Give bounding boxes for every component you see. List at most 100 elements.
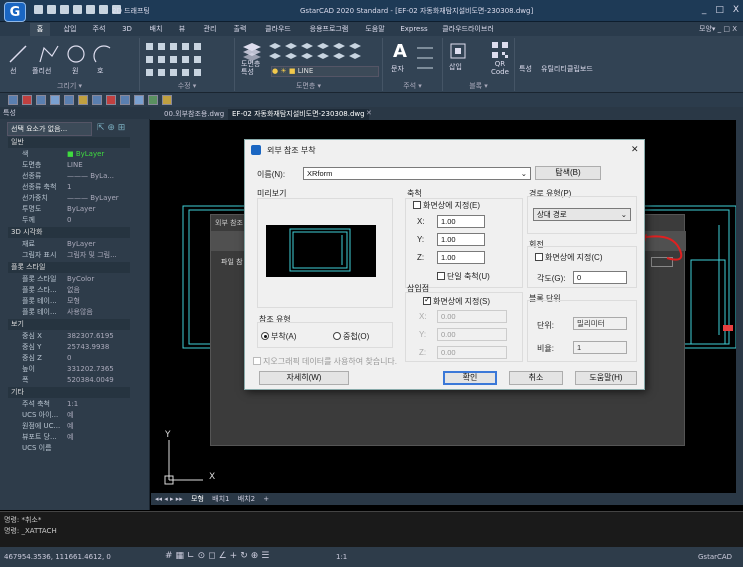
property-row[interactable]: 플롯 테이... 사용않음 bbox=[8, 307, 130, 317]
uniform-scale-checkbox[interactable]: 단일 축척(U) bbox=[437, 271, 490, 282]
minimize-button[interactable]: _ bbox=[702, 5, 707, 15]
property-section-header[interactable]: 3D 시각화 bbox=[8, 227, 130, 238]
saveas-icon[interactable] bbox=[73, 5, 82, 14]
property-row[interactable]: 중심 Z 0 bbox=[8, 353, 130, 363]
nav-arrows-icon[interactable]: ◂◂ ◂ ▸ ▸▸ bbox=[155, 495, 183, 503]
property-section-header[interactable]: 기타 bbox=[8, 387, 130, 398]
toolbar-icon[interactable] bbox=[8, 95, 18, 105]
tab-layout2[interactable]: 배치2 bbox=[238, 495, 255, 503]
dimension-tool-icon[interactable] bbox=[415, 44, 437, 74]
layer-properties-icon[interactable] bbox=[241, 41, 263, 61]
layer-properties-label[interactable]: 도면층 특성 bbox=[241, 60, 260, 76]
print-icon[interactable] bbox=[86, 5, 95, 14]
tab-home[interactable]: 홈 bbox=[30, 23, 50, 36]
quick-select-icon[interactable]: ⇱ ⊕ ⊞ bbox=[97, 123, 125, 133]
tab-cloud-library[interactable]: 클라우드라이브러리 bbox=[440, 23, 496, 46]
cancel-button[interactable]: 취소 bbox=[509, 371, 563, 385]
scale-z-input[interactable]: 1.00 bbox=[437, 251, 485, 264]
block-group-label[interactable]: 블록 ▾ bbox=[443, 81, 514, 91]
doc-tab-active[interactable]: EF-02 자동화재탐지설비도면-230308.dwg bbox=[228, 109, 369, 120]
toolbar-icon[interactable] bbox=[78, 95, 88, 105]
undo-icon[interactable] bbox=[99, 5, 108, 14]
property-row[interactable]: 주석 축척 1:1 bbox=[8, 399, 130, 409]
scale-y-input[interactable]: 1.00 bbox=[437, 233, 485, 246]
tab-annotate[interactable]: 주석 bbox=[88, 23, 110, 36]
maximize-button[interactable]: □ bbox=[715, 5, 724, 15]
property-section-header[interactable]: 일반 bbox=[8, 137, 130, 148]
selection-dropdown[interactable]: 선택 요소가 없음... bbox=[7, 122, 92, 136]
annotation-group-label[interactable]: 주석 ▾ bbox=[383, 81, 442, 91]
property-section-header[interactable]: 보기 bbox=[8, 319, 130, 330]
annotation-scale[interactable]: 1:1 bbox=[336, 553, 347, 561]
properties-label[interactable]: 특성 bbox=[519, 64, 532, 74]
arc-tool-label[interactable]: 호 bbox=[97, 66, 103, 76]
toolbar-icon[interactable] bbox=[134, 95, 144, 105]
insert-onscreen-checkbox[interactable]: 화면상에 지정(S) bbox=[423, 295, 490, 307]
scale-x-input[interactable]: 1.00 bbox=[437, 215, 485, 228]
property-row[interactable]: 플롯 테이... 모형 bbox=[8, 296, 130, 306]
text-tool-label[interactable]: 문자 bbox=[391, 64, 404, 74]
property-row[interactable]: 원점에 UC... 예 bbox=[8, 421, 130, 431]
doc-tab-xref[interactable]: 00.외부참조용.dwg bbox=[160, 109, 228, 120]
polyline-tool-label[interactable]: 폴리선 bbox=[32, 66, 51, 76]
add-layout-tab[interactable]: + bbox=[263, 495, 269, 503]
property-row[interactable]: 플롯 스타일 ByColor bbox=[8, 274, 130, 284]
property-row[interactable]: 폭 520384.0049 bbox=[8, 375, 130, 385]
app-logo-icon[interactable]: G bbox=[4, 2, 26, 22]
command-window[interactable]: 명령: *취소* 명령: _XATTACH bbox=[0, 511, 743, 547]
insert-z-input[interactable]: 0.00 bbox=[437, 346, 507, 359]
tab-model[interactable]: 모형 bbox=[191, 495, 204, 503]
toolbar-icon[interactable] bbox=[36, 95, 46, 105]
property-section-header[interactable]: 플롯 스타일 bbox=[8, 262, 130, 273]
property-row[interactable]: 색 ■ ByLayer bbox=[8, 149, 130, 159]
text-tool-icon[interactable]: A bbox=[393, 41, 407, 62]
toolbar-icon[interactable] bbox=[22, 95, 32, 105]
property-row[interactable]: 두께 0 bbox=[8, 215, 130, 225]
property-row[interactable]: 재료 ByLayer bbox=[8, 239, 130, 249]
browse-button[interactable]: 탐색(B) bbox=[535, 166, 601, 180]
property-row[interactable]: 플롯 스타... 없음 bbox=[8, 285, 130, 295]
insert-block-icon[interactable] bbox=[449, 42, 467, 60]
tab-apps[interactable]: 응용프로그램 bbox=[306, 23, 352, 36]
property-row[interactable]: 중심 Y 25743.9938 bbox=[8, 342, 130, 352]
toolbar-icon[interactable] bbox=[92, 95, 102, 105]
property-row[interactable]: 선가중치 ——— ByLayer bbox=[8, 193, 130, 203]
tab-3d[interactable]: 3D bbox=[118, 23, 136, 36]
close-button[interactable]: X bbox=[733, 5, 739, 15]
toolbar-icon[interactable] bbox=[148, 95, 158, 105]
attach-radio[interactable]: 부착(A) bbox=[261, 331, 296, 342]
insert-block-label[interactable]: 삽입 bbox=[449, 62, 462, 72]
clipboard-label[interactable]: 클립보드 bbox=[567, 64, 593, 74]
drafting-toggles-icon[interactable]: #▦∟⊙◻∠+↻⊕☰ bbox=[165, 551, 272, 561]
close-tab-icon[interactable]: ✕ bbox=[366, 109, 372, 117]
insert-y-input[interactable]: 0.00 bbox=[437, 328, 507, 341]
tab-view[interactable]: 뷰 bbox=[175, 23, 189, 36]
circle-tool-label[interactable]: 원 bbox=[72, 66, 78, 76]
ribbon-right-controls[interactable]: 모양▾ _ □ X bbox=[699, 24, 737, 34]
tab-layout1[interactable]: 배치1 bbox=[212, 495, 229, 503]
layer-dropdown[interactable]: ● ☀ ■ LINE bbox=[271, 66, 379, 77]
modify-tools-icon[interactable] bbox=[144, 41, 230, 79]
overlay-radio[interactable]: 중첩(O) bbox=[333, 331, 369, 342]
property-row[interactable]: 도면층 LINE bbox=[8, 160, 130, 170]
geo-data-checkbox[interactable]: 지오그래픽 데이터를 사용하여 찾습니다. bbox=[253, 356, 397, 367]
qr-code-label[interactable]: QR Code bbox=[491, 60, 509, 76]
layers-group-label[interactable]: 도면층 ▾ bbox=[235, 81, 382, 91]
property-row[interactable]: 투명도 ByLayer bbox=[8, 204, 130, 214]
name-combobox[interactable]: XRform ⌄ bbox=[303, 167, 531, 180]
workspace-selector[interactable]: 2D 드래프팅 bbox=[112, 6, 150, 16]
property-row[interactable]: UCS 이름 bbox=[8, 443, 130, 453]
property-row[interactable]: 선종류 축척 1 bbox=[8, 182, 130, 192]
draw-group-label[interactable]: 그리기 ▾ bbox=[0, 81, 139, 91]
toolbar-icon[interactable] bbox=[120, 95, 130, 105]
dialog-close-icon[interactable]: ✕ bbox=[631, 144, 639, 155]
tab-help[interactable]: 도움말 bbox=[362, 23, 388, 36]
property-row[interactable]: 중심 X 382307.6195 bbox=[8, 331, 130, 341]
scale-onscreen-checkbox[interactable]: 화면상에 지정(E) bbox=[413, 200, 480, 211]
line-tool-label[interactable]: 선 bbox=[10, 66, 16, 76]
qr-code-icon[interactable] bbox=[491, 41, 509, 59]
toolbar-icon[interactable] bbox=[50, 95, 60, 105]
help-button[interactable]: 도움말(H) bbox=[575, 371, 637, 385]
property-row[interactable]: 그림자 표시 그림자 및 그림... bbox=[8, 250, 130, 260]
save-icon[interactable] bbox=[60, 5, 69, 14]
